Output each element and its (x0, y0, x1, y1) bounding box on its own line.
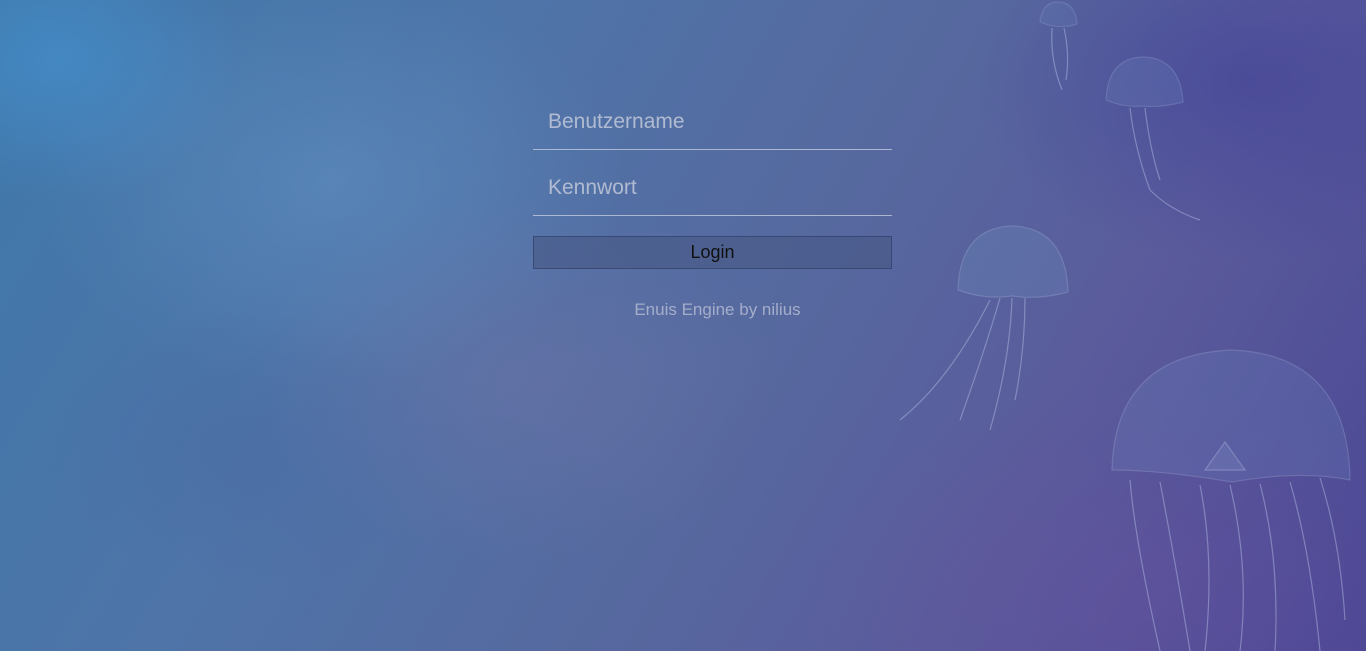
username-field (533, 94, 892, 150)
engine-credit: Enuis Engine by nilius (634, 300, 801, 319)
username-input[interactable] (533, 94, 892, 149)
login-form: Login (533, 94, 892, 269)
password-field (533, 160, 892, 216)
password-input[interactable] (533, 160, 892, 215)
login-button[interactable]: Login (533, 236, 892, 269)
